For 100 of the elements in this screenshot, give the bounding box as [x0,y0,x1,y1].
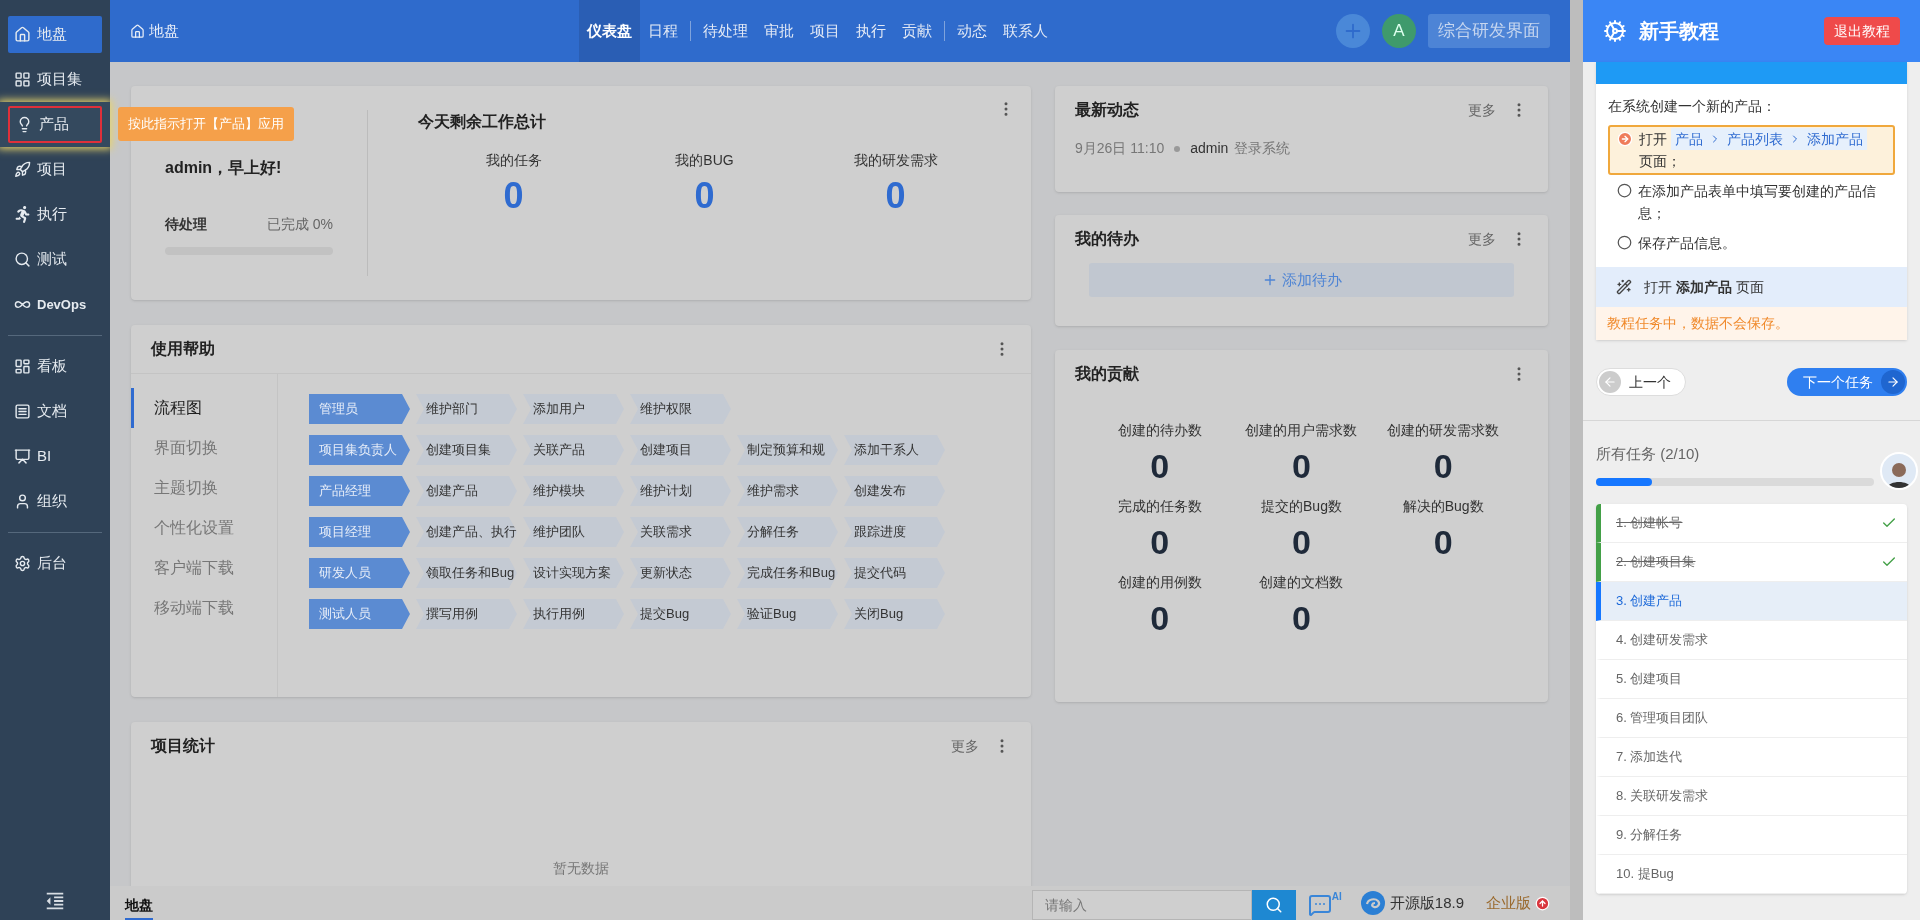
task-item[interactable]: 3. 创建产品 [1596,581,1907,621]
task-item[interactable]: 5. 创建项目 [1596,659,1907,699]
task-item[interactable]: 4. 创建研发需求 [1596,620,1907,660]
flow-step[interactable]: 撰写用例 [416,599,517,629]
more-link[interactable]: 更多 [951,735,979,757]
collapse-menu-icon[interactable] [44,890,66,912]
nav-tab[interactable]: 联系人 [995,0,1056,62]
flow-step[interactable]: 执行用例 [523,599,624,629]
stat-value: 0 [1292,522,1311,563]
flow-step[interactable]: 提交Bug [630,599,731,629]
flow-step[interactable]: 制定预算和规 [737,435,838,465]
task-item[interactable]: 1. 创建帐号 [1596,503,1907,543]
flow-step[interactable]: 关联需求 [630,517,731,547]
grid-icon [14,71,31,88]
nav-tab[interactable]: 贡献 [894,0,940,62]
stat-value: 0 [1150,522,1170,563]
task-item[interactable]: 10. 提Bug [1596,854,1907,894]
home-link[interactable]: 地盘 [130,19,179,43]
role-tag: 研发人员 [309,558,410,588]
task-item[interactable]: 8. 关联研发需求 [1596,776,1907,816]
flow-step[interactable]: 验证Bug [737,599,838,629]
flow-step[interactable]: 维护团队 [523,517,624,547]
sidebar-item[interactable]: BI [8,438,102,475]
flow-step[interactable]: 添加用户 [523,394,624,424]
sidebar-item[interactable]: 测试 [8,241,102,278]
sidebar-item[interactable]: 后台 [8,545,102,582]
card-title: 项目统计 [151,736,215,756]
stat-label: 创建的用例数 [1117,573,1202,592]
hint-text: 打开 添加产品 页面 [1644,277,1764,297]
task-item[interactable]: 9. 分解任务 [1596,815,1907,855]
flow-step[interactable]: 添加干系人 [844,435,945,465]
nav-tab[interactable]: 待处理 [695,0,756,62]
sidebar-item[interactable]: 文档 [8,393,102,430]
nav-tab[interactable]: 仪表盘 [579,0,640,62]
sidebar-item[interactable]: 地盘 [8,16,102,53]
stat-label: 我的任务 [485,151,542,170]
sidebar-item[interactable]: 执行 [8,196,102,233]
nav-tab[interactable]: 动态 [949,0,995,62]
more-link[interactable]: 更多 [1468,228,1496,250]
guide-tooltip: 按此指示打开【产品】应用 [118,107,294,141]
greeting-text: admin，早上好! [165,158,283,178]
help-tab[interactable]: 流程图 [131,388,277,428]
exit-tutorial-button[interactable]: 退出教程 [1824,17,1900,45]
sidebar-item[interactable]: DevOps [8,286,102,323]
flow-step[interactable]: 提交代码 [844,558,945,588]
gear-icon [1603,19,1627,43]
flow-step[interactable]: 创建项目 [630,435,731,465]
stat-label: 提交的Bug数 [1261,497,1342,516]
card-title: 我的贡献 [1075,364,1139,385]
card-title: 使用帮助 [151,339,215,359]
flow-step[interactable]: 创建发布 [844,476,945,506]
sidebar-item[interactable]: 看板 [8,348,102,385]
nav-tab[interactable]: 项目 [802,0,848,62]
sidebar-item[interactable]: 项目 [8,151,102,188]
flow-step[interactable]: 设计实现方案 [523,558,624,588]
flow-step[interactable]: 更新状态 [630,558,731,588]
step-text: 在添加产品表单中填写要创建的产品信息； [1638,182,1877,223]
assistant-avatar[interactable] [1880,452,1918,490]
footer-tab[interactable]: 地盘 [125,892,153,920]
breadcrumb-link[interactable]: 产品列表 [1727,128,1783,150]
flow-step[interactable]: 维护模块 [523,476,624,506]
flow-step[interactable]: 维护计划 [630,476,731,506]
task-item[interactable]: 7. 添加迭代 [1596,737,1907,777]
nav-tab[interactable]: 日程 [640,0,686,62]
task-item[interactable]: 6. 管理项目团队 [1596,698,1907,738]
previous-button[interactable]: 上一个 [1596,368,1686,396]
nav-tab[interactable]: 审批 [756,0,802,62]
search-button[interactable] [1251,890,1296,920]
more-link[interactable]: 更多 [1468,99,1496,121]
sidebar-item[interactable]: 组织 [8,483,102,520]
scrollbar[interactable] [1570,0,1583,920]
breadcrumb-link[interactable]: 添加产品 [1807,128,1863,150]
flow-step[interactable]: 领取任务和Bug [416,558,517,588]
flow-step[interactable]: 创建项目集 [416,435,517,465]
flow-step[interactable]: 关闭Bug [844,599,945,629]
stat-label: 解决的Bug数 [1402,497,1484,516]
flow-step[interactable]: 维护权限 [630,394,731,424]
progress-label: 所有任务 (2/10) [1596,444,1701,464]
user-icon [14,493,31,510]
sidebar-item[interactable]: 产品 [8,106,102,143]
activity-action: 登录系统 [1234,139,1291,158]
flow-step[interactable]: 维护需求 [737,476,838,506]
stat-value: 0 [1433,446,1453,487]
search-icon [14,251,31,268]
stat-label: 我的研发需求 [853,151,938,170]
flow-step[interactable]: 维护部门 [416,394,517,424]
breadcrumb-link[interactable]: 产品 [1675,128,1703,150]
stat-label: 我的BUG [675,151,734,170]
flow-step[interactable]: 跟踪进度 [844,517,945,547]
flow-step[interactable]: 完成任务和Bug [737,558,838,588]
flow-step[interactable]: 创建产品 [416,476,517,506]
nav-tab[interactable]: 执行 [848,0,894,62]
next-task-button[interactable]: 下一个任务 [1787,368,1907,396]
stat-value: 0 [1433,522,1453,563]
flow-step[interactable]: 关联产品 [523,435,624,465]
flow-step[interactable]: 创建产品、执行 [416,517,517,547]
settings-icon [14,555,31,572]
search-field[interactable]: 请输入 [1031,890,1252,920]
sidebar-item[interactable]: 项目集 [8,61,102,98]
flow-step[interactable]: 分解任务 [737,517,838,547]
